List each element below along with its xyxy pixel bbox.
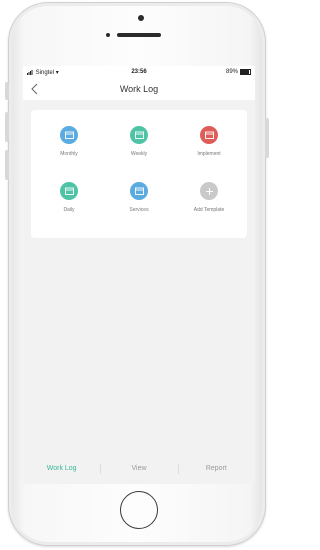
status-time: 23:56 <box>131 69 147 75</box>
volume-down-button <box>5 150 9 180</box>
calendar-icon <box>200 126 218 144</box>
template-implement[interactable]: Implement <box>179 126 239 174</box>
navigation-bar: Work Log <box>23 78 255 100</box>
bottom-tab-bar: Work Log View Report <box>23 452 255 484</box>
template-label: Daily <box>63 207 75 213</box>
power-button <box>265 118 269 158</box>
battery-percent: 89% <box>225 69 238 75</box>
calendar-icon <box>130 126 148 144</box>
volume-up-button <box>5 112 9 142</box>
template-monthly[interactable]: Monthly <box>39 126 99 174</box>
template-label: Implement <box>197 151 221 157</box>
template-weekly[interactable]: Weekly <box>109 126 169 174</box>
template-card: Monthly Weekly Implement Daily Services <box>31 110 247 238</box>
silent-switch <box>5 82 9 100</box>
template-label: Monthly <box>60 151 78 157</box>
app-screen: Singtel ▾ 23:56 89% Work Log Monthly Wee… <box>23 66 255 484</box>
battery-icon <box>240 69 251 75</box>
template-label: Services <box>129 207 149 213</box>
template-label: Weekly <box>130 151 148 157</box>
calendar-icon <box>60 126 78 144</box>
home-button[interactable] <box>120 491 158 529</box>
add-template-button[interactable]: Add Template <box>179 182 239 230</box>
template-services[interactable]: Services <box>109 182 169 230</box>
status-bar: Singtel ▾ 23:56 89% <box>23 66 255 78</box>
template-daily[interactable]: Daily <box>39 182 99 230</box>
plus-icon <box>200 182 218 200</box>
proximity-sensor <box>106 33 110 37</box>
tab-work-log[interactable]: Work Log <box>23 465 100 472</box>
calendar-icon <box>130 182 148 200</box>
tab-view[interactable]: View <box>100 463 177 474</box>
template-label: Add Template <box>193 207 225 213</box>
front-camera <box>138 15 144 21</box>
page-title: Work Log <box>119 84 159 94</box>
battery-status: 89% <box>226 69 251 75</box>
tab-report[interactable]: Report <box>177 463 255 474</box>
earpiece-speaker <box>117 33 161 37</box>
calendar-icon <box>60 182 78 200</box>
